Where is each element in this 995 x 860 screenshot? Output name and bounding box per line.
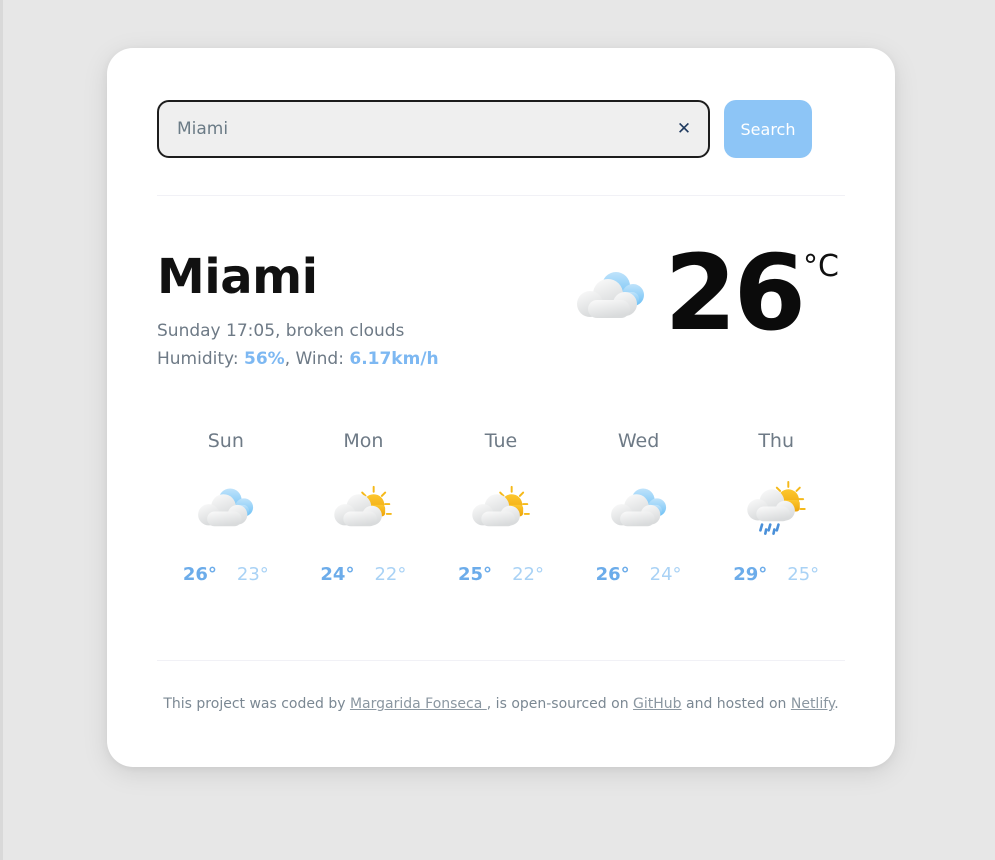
sun-behind-cloud-icon — [432, 478, 570, 540]
search-input-container[interactable]: ✕ — [157, 100, 710, 158]
forecast-temps: 25° 22° — [432, 564, 570, 585]
search-form: ✕ Search — [157, 100, 812, 158]
search-button[interactable]: Search — [724, 100, 812, 158]
forecast-dayname: Wed — [617, 430, 660, 452]
forecast-day: Mon 24° 22° — [295, 430, 433, 585]
temperature-unit: °C — [803, 249, 839, 284]
forecast-dayname: Tue — [484, 430, 518, 452]
forecast-temps: 26° 24° — [570, 564, 708, 585]
forecast-temp-max: 24° — [320, 564, 355, 585]
forecast-temp-max: 26° — [182, 564, 217, 585]
forecast-temp-max: 25° — [458, 564, 493, 585]
footer-text-4: . — [834, 696, 839, 712]
weather-app-card: ✕ Search Miami Sunday 17:05, broken clou… — [107, 48, 895, 767]
netlify-link[interactable]: Netlify — [791, 696, 834, 712]
temperature-value: 26 — [664, 232, 806, 354]
current-weather-summary: 26 °C — [572, 232, 845, 354]
forecast-temp-min: 23° — [236, 564, 269, 585]
humidity-label: Humidity: — [157, 348, 244, 369]
forecast-temp-min: 24° — [649, 564, 682, 585]
forecast-day: Sun 26° 23° — [157, 430, 295, 585]
forecast-temp-min: 22° — [512, 564, 544, 585]
forecast-temp-max: 26° — [595, 564, 630, 585]
github-link[interactable]: GitHub — [633, 696, 682, 712]
wind-label: , Wind: — [284, 348, 350, 369]
forecast-dayname: Thu — [758, 430, 795, 452]
current-temperature: 26 °C — [664, 232, 839, 354]
divider-bottom — [157, 660, 845, 661]
forecast-temps: 24° 22° — [295, 564, 433, 585]
forecast-temps: 29° 25° — [707, 564, 845, 585]
page-left-edge — [0, 0, 3, 860]
forecast-temp-min: 22° — [374, 564, 407, 585]
forecast-dayname: Mon — [343, 430, 384, 452]
forecast-day: Tue 25° 22° — [432, 430, 570, 585]
humidity-value: 56% — [243, 348, 285, 369]
current-weather-details: Miami Sunday 17:05, broken clouds Humidi… — [157, 246, 439, 373]
footer-text-2: , is open-sourced on — [486, 696, 634, 712]
broken-clouds-icon — [572, 266, 650, 332]
forecast-day: Thu 29° 25° — [707, 430, 845, 585]
footer-text-3: and hosted on — [681, 696, 791, 712]
forecast-temp-min: 25° — [787, 564, 820, 585]
sun-behind-cloud-icon — [295, 478, 433, 540]
wind-value: 6.17km/h — [349, 348, 439, 369]
broken-clouds-icon — [570, 478, 708, 540]
forecast-temp-max: 29° — [733, 564, 768, 585]
sun-cloud-rain-icon — [707, 478, 845, 540]
author-link[interactable]: Margarida Fonseca — [350, 696, 487, 712]
broken-clouds-icon — [157, 478, 295, 540]
city-name: Miami — [157, 249, 318, 305]
divider-top — [157, 195, 845, 196]
forecast-row: Sun 26° 23° Mon 24° 22° Tue 25° 22° Wed … — [157, 430, 845, 585]
current-weather-block: Miami Sunday 17:05, broken clouds Humidi… — [157, 232, 845, 373]
clear-search-icon[interactable]: ✕ — [674, 119, 694, 139]
forecast-temps: 26° 23° — [157, 564, 295, 585]
footer-credits: This project was coded by Margarida Fons… — [157, 696, 845, 712]
forecast-day: Wed 26° 24° — [570, 430, 708, 585]
footer-text-1: This project was coded by — [163, 696, 350, 712]
current-datetime-conditions: Sunday 17:05, broken clouds — [157, 321, 405, 342]
search-input[interactable] — [159, 102, 708, 156]
forecast-dayname: Sun — [207, 430, 244, 452]
current-humidity-wind: Humidity: 56%, Wind: 6.17km/h — [157, 346, 439, 373]
